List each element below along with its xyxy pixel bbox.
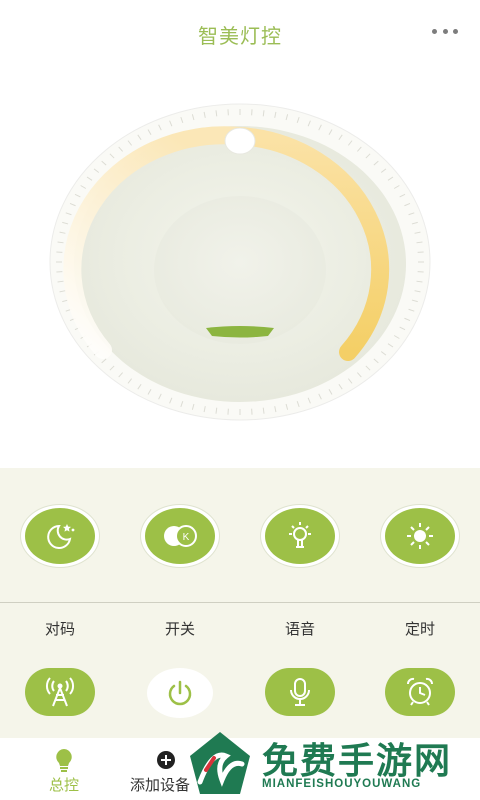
app-header: 智美灯控 xyxy=(0,0,480,66)
bulb-tab-icon xyxy=(56,749,72,772)
func-label-pair: 对码 xyxy=(44,621,75,638)
tab-label-master-control: 总控 xyxy=(48,777,79,794)
panel-divider xyxy=(0,602,480,603)
page-title: 智美灯控 xyxy=(198,26,282,48)
signal-tower-icon xyxy=(46,677,74,707)
dial-knob[interactable] xyxy=(224,127,256,155)
func-label-switch: 开关 xyxy=(164,621,195,638)
watermark-subtitle: MIANFEISHOUYOUWANG xyxy=(262,778,422,790)
bulb-mode-button[interactable] xyxy=(260,504,340,568)
svg-text:K: K xyxy=(183,532,190,543)
toggle-mode-button[interactable]: K xyxy=(140,504,220,568)
func-label-voice: 语音 xyxy=(284,621,315,638)
watermark-logo-icon xyxy=(190,732,250,794)
brightness-dial-icon[interactable] xyxy=(48,102,432,422)
add-circle-icon xyxy=(157,751,175,769)
more-dots-icon[interactable] xyxy=(432,26,458,36)
watermark: 免费手游网 MIANFEISHOUYOUWANG xyxy=(184,702,480,800)
bulb-icon xyxy=(289,522,311,548)
tab-master-control[interactable]: 总控 xyxy=(24,738,104,800)
toggle-k-icon: K xyxy=(164,525,197,547)
night-moon-icon xyxy=(47,524,75,549)
sun-icon xyxy=(407,523,433,549)
pair-button[interactable] xyxy=(25,668,95,716)
level-indicator xyxy=(206,326,274,338)
func-label-timer: 定时 xyxy=(404,621,435,638)
dial-area xyxy=(0,66,480,468)
watermark-title: 免费手游网 xyxy=(262,741,453,782)
night-mode-button[interactable] xyxy=(20,504,100,568)
sun-mode-button[interactable] xyxy=(380,504,460,568)
